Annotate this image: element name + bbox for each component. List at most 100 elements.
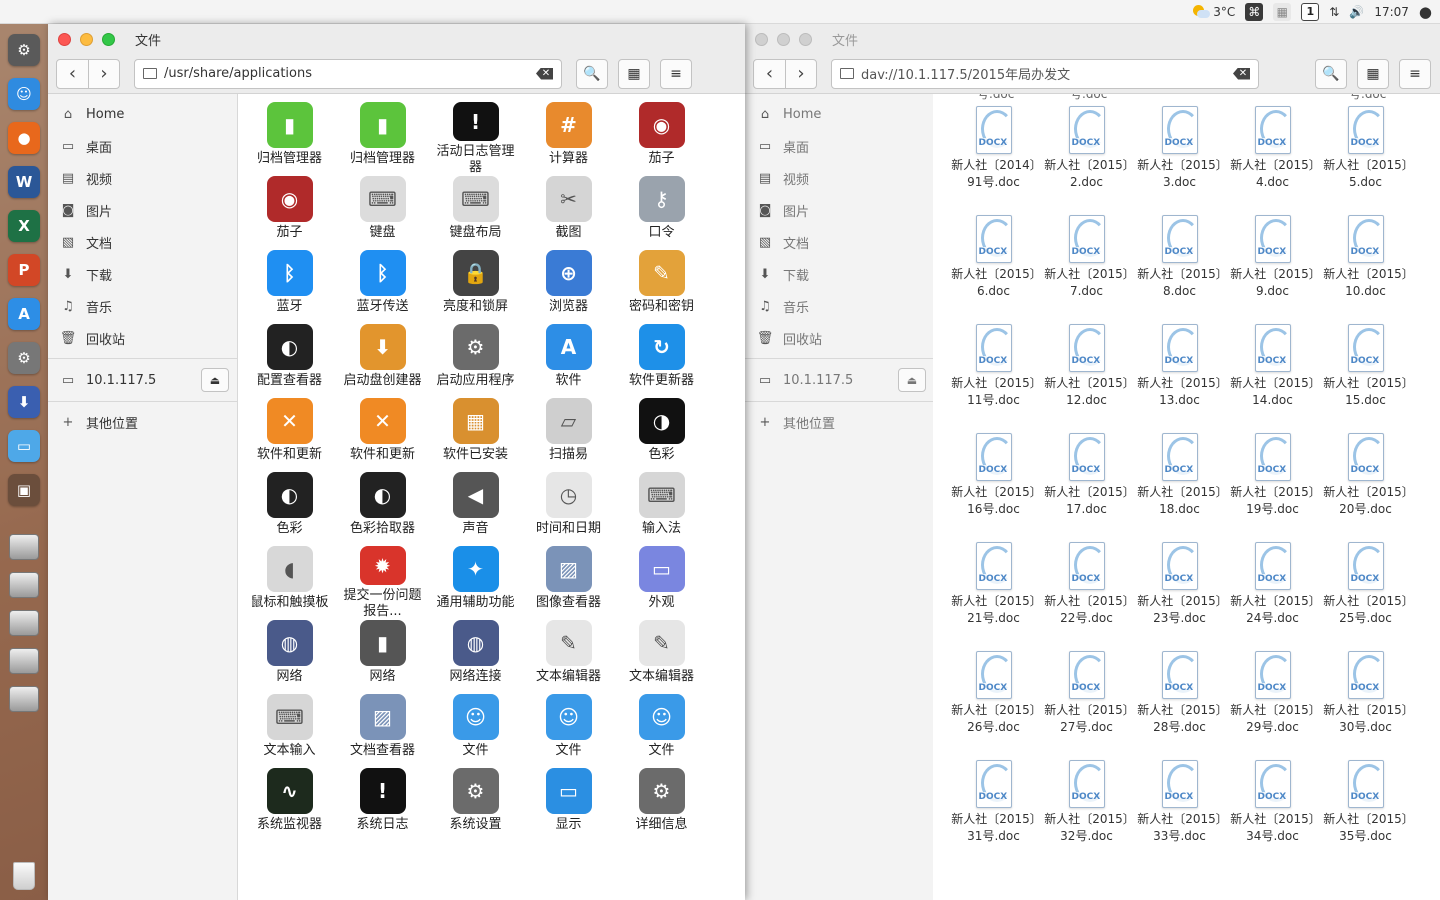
dock-drive-icon[interactable]: [9, 686, 39, 712]
file-item[interactable]: DOCX 新人社〔2015〕19号.doc: [1226, 433, 1319, 542]
file-item[interactable]: DOCX 新人社〔2015〕21号.doc: [947, 542, 1040, 651]
app-item[interactable]: ▮ 归档管理器: [243, 102, 336, 176]
file-item[interactable]: DOCX 新人社〔2015〕34号.doc: [1226, 760, 1319, 869]
app-item[interactable]: # 计算器: [522, 102, 615, 176]
file-item[interactable]: DOCX 新人社〔2015〕22号.doc: [1040, 542, 1133, 651]
file-item[interactable]: DOCX 新人社〔2015〕14.doc: [1226, 324, 1319, 433]
sidebar-item-7[interactable]: 🗑 回收站: [48, 322, 237, 354]
title-bar[interactable]: 文件: [48, 24, 745, 54]
app-item[interactable]: ▮ 网络: [336, 620, 429, 694]
app-item[interactable]: ↻ 软件更新器: [615, 324, 708, 398]
app-item[interactable]: 🔒 亮度和锁屏: [429, 250, 522, 324]
sidebar-item-5[interactable]: ⬇ 下载: [48, 258, 237, 290]
app-item[interactable]: ⚙ 系统设置: [429, 768, 522, 842]
file-item[interactable]: DOCX 新人社〔2015〕11号.doc: [947, 324, 1040, 433]
app-item[interactable]: ◷ 时间和日期: [522, 472, 615, 546]
file-item[interactable]: DOCX 新人社〔2015〕30号.doc: [1319, 651, 1412, 760]
file-item[interactable]: DOCX 新人社〔2015〕16号.doc: [947, 433, 1040, 542]
sidebar-item-0[interactable]: ⌂ Home: [745, 98, 934, 130]
sidebar-item-1[interactable]: ▭ 桌面: [48, 130, 237, 162]
app-item[interactable]: ☺ 文件: [522, 694, 615, 768]
file-item[interactable]: DOCX 新人社〔2015〕20号.doc: [1319, 433, 1412, 542]
app-item[interactable]: ◉ 茄子: [615, 102, 708, 176]
file-item[interactable]: DOCX 新人社〔2015〕12.doc: [1040, 324, 1133, 433]
app-item[interactable]: ◐ 配置查看器: [243, 324, 336, 398]
file-item[interactable]: DOCX 新人社〔2015〕10.doc: [1319, 215, 1412, 324]
dock-drive-icon[interactable]: [9, 534, 39, 560]
file-item[interactable]: DOCX 新人社〔2015〕5.doc: [1319, 106, 1412, 215]
dock-excel-icon[interactable]: X: [8, 210, 40, 242]
back-button[interactable]: ‹: [57, 60, 88, 88]
app-item[interactable]: ✎ 文本编辑器: [615, 620, 708, 694]
app-item[interactable]: ⌨ 文本输入: [243, 694, 336, 768]
location-bar[interactable]: /usr/share/applications ✕: [134, 58, 562, 89]
sidebar-item-2[interactable]: ▤ 视频: [48, 162, 237, 194]
close-button[interactable]: [755, 32, 768, 46]
file-item[interactable]: DOCX 新人社〔2015〕32号.doc: [1040, 760, 1133, 869]
file-item[interactable]: DOCX 新人社〔2015〕29号.doc: [1226, 651, 1319, 760]
dock-settings-icon[interactable]: ⚙: [8, 34, 40, 66]
app-item[interactable]: ◖ 鼠标和触摸板: [243, 546, 336, 620]
app-item[interactable]: ᛒ 蓝牙: [243, 250, 336, 324]
file-item[interactable]: DOCX 新人社〔2015〕6.doc: [947, 215, 1040, 324]
dock-window-icon[interactable]: ▣: [8, 474, 40, 506]
dock-appstore-icon[interactable]: A: [8, 298, 40, 330]
app-item[interactable]: ⬇ 启动盘创建器: [336, 324, 429, 398]
file-item[interactable]: DOCX 新人社〔2015〕15.doc: [1319, 324, 1412, 433]
app-item[interactable]: ◐ 色彩拾取器: [336, 472, 429, 546]
command-key-icon[interactable]: ⌘: [1245, 2, 1264, 21]
network-arrows-icon[interactable]: ⇅: [1329, 2, 1339, 22]
app-item[interactable]: ▮ 归档管理器: [336, 102, 429, 176]
file-item[interactable]: DOCX 新人社〔2015〕18.doc: [1133, 433, 1226, 542]
dock-installer-icon[interactable]: ⬇: [8, 386, 40, 418]
file-item[interactable]: DOCX 新人社〔2015〕25号.doc: [1319, 542, 1412, 651]
sidebar-item-network-share[interactable]: ▭ 10.1.117.5 ⏏: [48, 363, 237, 397]
clear-location-icon[interactable]: ✕: [1233, 67, 1250, 80]
app-item[interactable]: ◐ 色彩: [243, 472, 336, 546]
app-item[interactable]: ✦ 通用辅助功能: [429, 546, 522, 620]
dock-trash-icon[interactable]: [13, 862, 35, 890]
app-item[interactable]: ∿ 系统监视器: [243, 768, 336, 842]
file-item[interactable]: DOCX 新人社〔2015〕23号.doc: [1133, 542, 1226, 651]
forward-button[interactable]: ›: [88, 59, 119, 88]
menu-button[interactable]: ≡: [1399, 58, 1431, 89]
file-item[interactable]: DOCX 新人社〔2015〕26号.doc: [947, 651, 1040, 760]
app-item[interactable]: ◑ 色彩: [615, 398, 708, 472]
app-item[interactable]: ▭ 外观: [615, 546, 708, 620]
file-item[interactable]: DOCX 新人社〔2015〕35号.doc: [1319, 760, 1412, 869]
app-item[interactable]: A 软件: [522, 324, 615, 398]
app-item[interactable]: ⌨ 键盘: [336, 176, 429, 250]
dock-finder-icon[interactable]: ☺: [8, 78, 40, 110]
search-button[interactable]: 🔍: [1315, 58, 1347, 89]
sidebar-item-3[interactable]: ◙ 图片: [48, 194, 237, 226]
app-item[interactable]: ⌨ 键盘布局: [429, 176, 522, 250]
app-item[interactable]: ⚙ 详细信息: [615, 768, 708, 842]
calendar-icon[interactable]: ▦: [1273, 2, 1292, 21]
app-item[interactable]: ◍ 网络连接: [429, 620, 522, 694]
maximize-button[interactable]: [799, 32, 812, 46]
dock-powerpoint-icon[interactable]: P: [8, 254, 40, 286]
file-item[interactable]: DOCX 新人社〔2015〕2.doc: [1040, 106, 1133, 215]
app-item[interactable]: ▦ 软件已安装: [429, 398, 522, 472]
menu-button[interactable]: ≡: [660, 58, 692, 89]
close-button[interactable]: [58, 32, 71, 46]
sidebar-item-network-share[interactable]: ▭ 10.1.117.5 ⏏: [745, 363, 934, 397]
file-item[interactable]: DOCX 新人社〔2015〕9.doc: [1226, 215, 1319, 324]
app-item[interactable]: ☺ 文件: [615, 694, 708, 768]
dock-drive-icon[interactable]: [9, 610, 39, 636]
file-item[interactable]: DOCX 新人社〔2015〕7.doc: [1040, 215, 1133, 324]
file-item[interactable]: DOCX 新人社〔2015〕13.doc: [1133, 324, 1226, 433]
app-item[interactable]: ⚷ 口令: [615, 176, 708, 250]
eject-button[interactable]: ⏏: [201, 368, 229, 392]
search-button[interactable]: 🔍: [576, 58, 608, 89]
app-item[interactable]: ⊕ 浏览器: [522, 250, 615, 324]
file-item[interactable]: DOCX 新人社〔2015〕4.doc: [1226, 106, 1319, 215]
app-item[interactable]: ⚙ 启动应用程序: [429, 324, 522, 398]
app-item[interactable]: ! 系统日志: [336, 768, 429, 842]
dock-firefox-icon[interactable]: ●: [8, 122, 40, 154]
sidebar-item-7[interactable]: 🗑 回收站: [745, 322, 934, 354]
volume-icon[interactable]: 🔊: [1349, 2, 1364, 22]
app-item[interactable]: ⌨ 输入法: [615, 472, 708, 546]
sidebar-item-0[interactable]: ⌂ Home: [48, 98, 237, 130]
app-item[interactable]: ▭ 显示: [522, 768, 615, 842]
